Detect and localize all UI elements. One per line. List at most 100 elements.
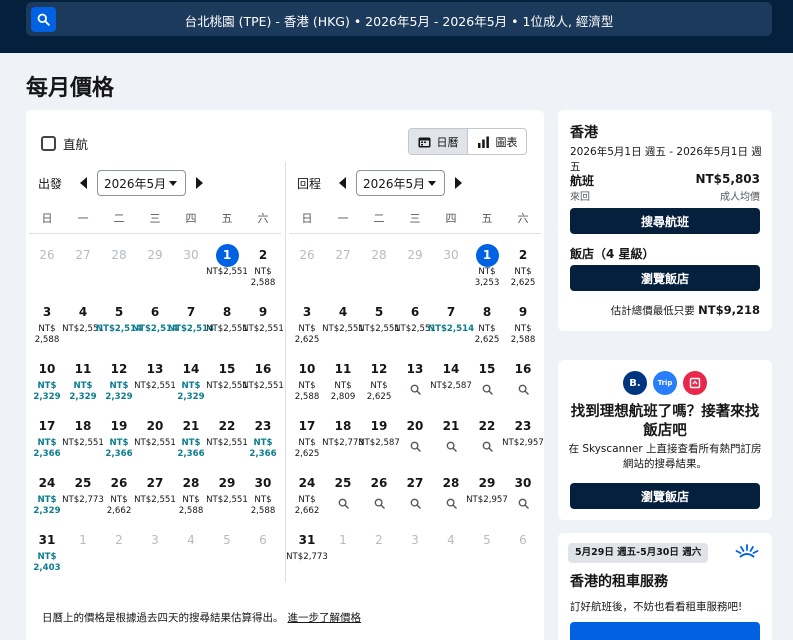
day-number: 26	[39, 248, 55, 262]
outbound-day-cell: 27	[65, 244, 101, 301]
top-header: 台北桃園 (TPE) - 香港 (HKG) • 2026年5月 - 2026年5…	[0, 0, 793, 53]
trip-logo: Trip	[653, 371, 677, 395]
search-summary-bar[interactable]: 台北桃園 (TPE) - 香港 (HKG) • 2026年5月 - 2026年5…	[26, 2, 772, 36]
day-price: NT$	[298, 495, 316, 505]
return-day-cell: 6	[505, 529, 541, 586]
return-day-cell[interactable]: 26	[361, 472, 397, 529]
outbound-prev-month-arrow-icon[interactable]	[80, 177, 87, 189]
outbound-day-cell: 29	[137, 244, 173, 301]
day-number: 6	[519, 533, 527, 547]
day-number: 30	[443, 248, 459, 262]
return-day-cell[interactable]: 20	[397, 415, 433, 472]
outbound-day-cell[interactable]: 23 NT$ 2,366	[245, 415, 281, 472]
calendar-divider	[285, 162, 286, 582]
return-day-cell[interactable]: 21	[433, 415, 469, 472]
day-number: 18	[74, 419, 92, 433]
day-number: 4	[78, 305, 88, 319]
day-number: 20	[406, 419, 424, 433]
day-number: 13	[406, 362, 424, 376]
day-price: 2,366	[249, 449, 277, 459]
search-flights-button[interactable]: 搜尋航班	[570, 208, 760, 234]
learn-more-prices-link[interactable]: 進一步了解價格	[288, 612, 362, 624]
search-price-icon	[518, 384, 529, 395]
return-day-cell[interactable]: 9 NT$ 2,588	[505, 301, 541, 358]
return-day-cell[interactable]: 24 NT$ 2,662	[289, 472, 325, 529]
browse-hotels-button[interactable]: 瀏覽飯店	[570, 265, 760, 291]
weekday-label: 五	[221, 212, 233, 225]
sunrise-logo-icon	[735, 544, 759, 558]
return-day-cell[interactable]: 12 NT$ 2,625	[361, 358, 397, 415]
day-price: 2,625	[510, 278, 536, 288]
day-number: 19	[370, 419, 388, 433]
view-toggle: 日曆 圖表	[408, 128, 527, 155]
return-day-cell[interactable]: 15	[469, 358, 505, 415]
day-price: 2,366	[33, 449, 61, 459]
outbound-day-cell[interactable]: 2 NT$ 2,588	[245, 244, 281, 301]
day-number: 28	[182, 476, 200, 490]
return-day-cell[interactable]: 25	[325, 472, 361, 529]
day-number: 5	[223, 533, 231, 547]
weekday-label: 一	[77, 212, 89, 225]
return-day-cell[interactable]: 19 NT$2,587	[358, 415, 400, 472]
outbound-month-header: 出發 2026年5月	[38, 170, 203, 196]
day-number: 13	[146, 362, 164, 376]
hotel-promo-browse-button[interactable]: 瀏覽飯店	[570, 483, 760, 509]
day-number: 29	[218, 476, 236, 490]
return-day-cell[interactable]: 29 NT$2,957	[466, 472, 508, 529]
direct-checkbox[interactable]	[41, 136, 56, 151]
return-day-cell: 4	[433, 529, 469, 586]
day-price: 2,588	[510, 335, 536, 345]
return-next-month-arrow-icon[interactable]	[455, 177, 462, 189]
outbound-month-select[interactable]: 2026年5月	[97, 170, 186, 196]
day-number: 29	[478, 476, 496, 490]
return-day-cell[interactable]: 16	[505, 358, 541, 415]
return-day-cell[interactable]: 23 NT$2,957	[502, 415, 544, 472]
return-day-cell[interactable]: 27	[397, 472, 433, 529]
day-number: 10	[298, 362, 316, 376]
return-day-cell[interactable]: 14 NT$2,587	[430, 358, 472, 415]
outbound-day-cell[interactable]: 16 NT$2,551	[242, 358, 284, 415]
day-number: 30	[254, 476, 272, 490]
day-number: 6	[150, 305, 160, 319]
outbound-day-cell[interactable]: 9 NT$2,551	[242, 301, 284, 358]
return-day-cell[interactable]: 31 NT$2,773	[286, 529, 328, 586]
day-number: 22	[478, 419, 496, 433]
weekday-label: 五	[481, 212, 493, 225]
day-price: 2,662	[294, 506, 320, 516]
day-number: 26	[299, 248, 315, 262]
day-number: 17	[38, 419, 56, 433]
outbound-day-cell[interactable]: 30 NT$ 2,588	[245, 472, 281, 529]
day-price: NT$2,551	[242, 381, 284, 391]
car-rental-button[interactable]	[570, 622, 760, 640]
day-number: 6	[410, 305, 420, 319]
return-day-cell[interactable]: 30	[505, 472, 541, 529]
chart-view-tab[interactable]: 圖表	[467, 129, 526, 154]
calendar-view-tab[interactable]: 日曆	[409, 129, 467, 154]
day-number: 1	[475, 244, 499, 267]
outbound-day-cell: 26	[29, 244, 65, 301]
outbound-next-month-arrow-icon[interactable]	[196, 177, 203, 189]
day-number: 14	[182, 362, 200, 376]
day-price: NT$2,957	[466, 495, 508, 505]
day-number: 28	[371, 248, 387, 262]
outbound-day-cell: 6	[245, 529, 281, 586]
day-number: 15	[478, 362, 496, 376]
day-number: 31	[298, 533, 316, 547]
trip-summary-card: 香港 2026年5月1日 週五 - 2026年5月1日 週五 航班 NT$5,8…	[558, 110, 772, 331]
weekday-label: 六	[257, 212, 269, 225]
outbound-day-cell: 28	[101, 244, 137, 301]
direct-filter[interactable]: 直航	[41, 134, 88, 153]
outbound-day-cell[interactable]: 31 NT$ 2,403	[29, 529, 65, 586]
search-price-icon	[446, 441, 457, 452]
return-month-select[interactable]: 2026年5月	[356, 170, 445, 196]
weekday-label: 二	[373, 212, 385, 225]
bar-chart-icon	[477, 136, 489, 148]
day-number: 12	[110, 362, 128, 376]
return-prev-month-arrow-icon[interactable]	[339, 177, 346, 189]
return-day-cell[interactable]: 2 NT$ 2,625	[505, 244, 541, 301]
day-number: 9	[518, 305, 528, 319]
search-price-icon	[482, 384, 493, 395]
weekday-label: 日	[41, 212, 53, 225]
day-number: 4	[338, 305, 348, 319]
booking-logo: B.	[623, 371, 647, 395]
